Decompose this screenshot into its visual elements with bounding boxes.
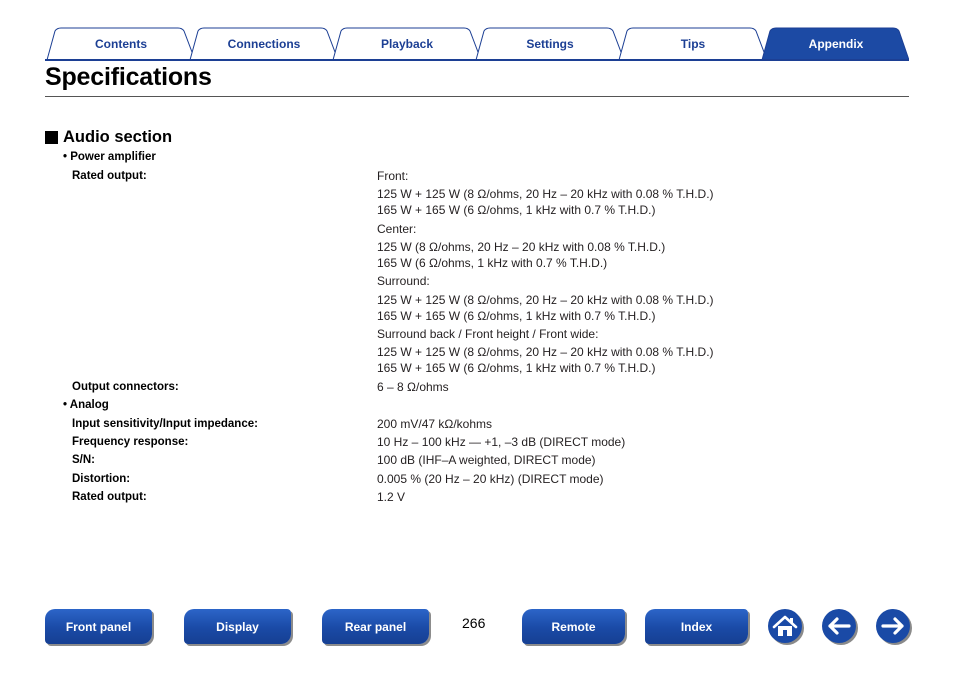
page-title: Specifications [45,63,212,91]
rated-output-line: 165 W + 165 W (6 Ω/ohms, 1 kHz with 0.7 … [377,309,656,323]
rated-output-line: 165 W + 165 W (6 Ω/ohms, 1 kHz with 0.7 … [377,361,656,375]
analog-bullet: • Analog [63,399,109,411]
tab-appendix-label: Appendix [808,37,864,51]
square-bullet-icon [45,131,58,144]
tab-appendix[interactable]: Appendix [762,26,910,60]
rated-output-line: 165 W (6 Ω/ohms, 1 kHz with 0.7 % T.H.D.… [377,256,608,270]
tab-contents-label: Contents [95,37,147,51]
sn-value: 100 dB (IHF–A weighted, DIRECT mode) [377,453,596,467]
rated-output-line: Front: [377,169,409,183]
rated-output-label: Rated output: [72,170,147,182]
tab-settings[interactable]: Settings [476,26,624,60]
tab-contents[interactable]: Contents [47,26,195,60]
page-number: 266 [462,615,486,631]
index-button[interactable]: Index [645,609,748,644]
rated-output-line: Surround back / Front height / Front wid… [377,327,599,341]
distortion-value: 0.005 % (20 Hz – 20 kHz) (DIRECT mode) [377,472,604,486]
tab-playback[interactable]: Playback [333,26,481,60]
rated-output-line: 125 W + 125 W (8 Ω/ohms, 20 Hz – 20 kHz … [377,293,714,307]
rated-output-line: 125 W (8 Ω/ohms, 20 Hz – 20 kHz with 0.0… [377,240,666,254]
tab-connections-label: Connections [227,37,301,51]
chapter-tabs: Contents Connections Playback Settings T… [45,26,909,62]
rated-output-line: 165 W + 165 W (6 Ω/ohms, 1 kHz with 0.7 … [377,203,656,217]
analog-rated-output-label: Rated output: [72,491,147,503]
remote-button[interactable]: Remote [522,609,625,644]
frequency-response-value: 10 Hz – 100 kHz — +1, –3 dB (DIRECT mode… [377,435,626,449]
home-icon[interactable] [767,608,805,646]
power-amplifier-bullet: • Power amplifier [63,151,156,163]
rated-output-line: Center: [377,222,417,236]
front-panel-button[interactable]: Front panel [45,609,152,644]
distortion-label: Distortion: [72,473,131,485]
output-connectors-label: Output connectors: [72,381,179,393]
rated-output-line: 125 W + 125 W (8 Ω/ohms, 20 Hz – 20 kHz … [377,187,714,201]
output-connectors-value: 6 – 8 Ω/ohms [377,380,449,394]
input-sensitivity-value: 200 mV/47 kΩ/kohms [377,417,493,431]
title-divider [45,96,909,97]
sn-label: S/N: [72,454,95,466]
rated-output-line: Surround: [377,274,430,288]
rated-output-line: 125 W + 125 W (8 Ω/ohms, 20 Hz – 20 kHz … [377,345,714,359]
tab-settings-label: Settings [526,37,574,51]
tab-tips[interactable]: Tips [619,26,767,60]
tab-tips-label: Tips [680,37,706,51]
input-sensitivity-label: Input sensitivity/Input impedance: [72,418,258,430]
display-button[interactable]: Display [184,609,291,644]
analog-rated-output-value: 1.2 V [377,490,406,504]
section-heading-text: Audio section [63,128,173,146]
section-heading: Audio section [45,128,172,147]
tab-connections[interactable]: Connections [190,26,338,60]
forward-arrow-icon[interactable] [875,608,913,646]
back-arrow-icon[interactable] [821,608,859,646]
rear-panel-button[interactable]: Rear panel [322,609,429,644]
tab-playback-label: Playback [380,37,434,51]
frequency-response-label: Frequency response: [72,436,189,448]
